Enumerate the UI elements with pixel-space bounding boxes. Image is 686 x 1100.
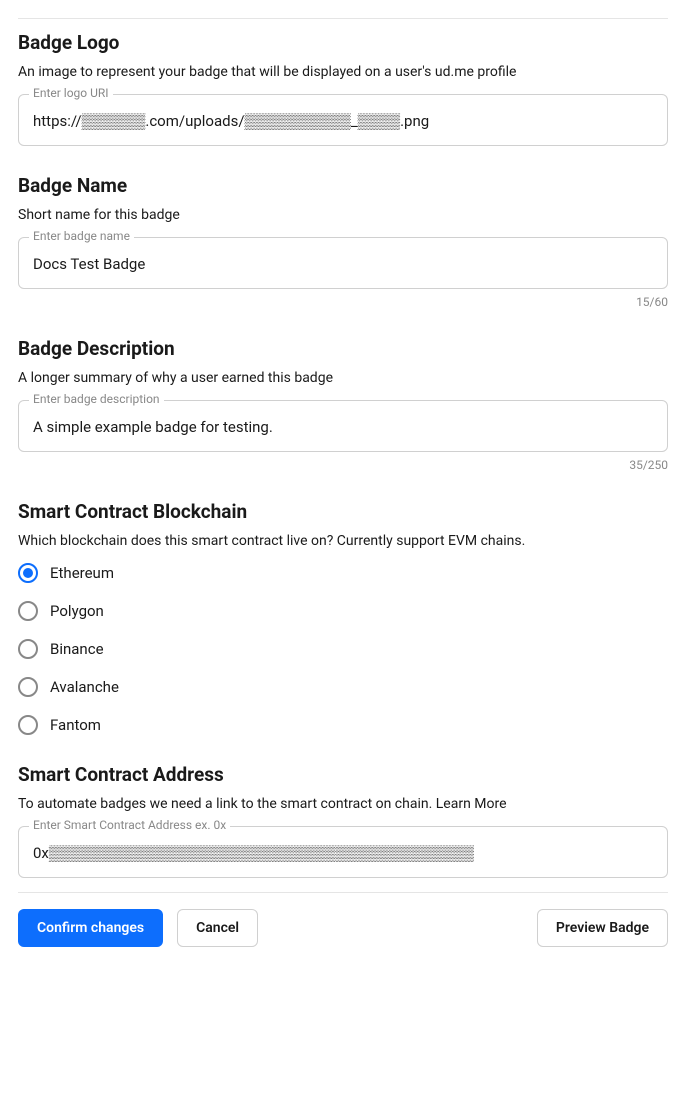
badge-logo-input[interactable] bbox=[19, 95, 667, 145]
badge-description-title: Badge Description bbox=[18, 337, 668, 360]
blockchain-title: Smart Contract Blockchain bbox=[18, 500, 668, 523]
badge-logo-title: Badge Logo bbox=[18, 31, 668, 54]
badge-description-subtitle: A longer summary of why a user earned th… bbox=[18, 370, 668, 386]
button-row: Confirm changes Cancel Preview Badge bbox=[18, 892, 668, 947]
badge-name-section: Badge Name Short name for this badge Ent… bbox=[18, 174, 668, 309]
blockchain-section: Smart Contract Blockchain Which blockcha… bbox=[18, 500, 668, 735]
radio-icon bbox=[18, 677, 38, 697]
blockchain-option-ethereum[interactable]: Ethereum bbox=[18, 563, 668, 583]
badge-name-legend: Enter badge name bbox=[29, 230, 134, 242]
blockchain-option-avalanche[interactable]: Avalanche bbox=[18, 677, 668, 697]
radio-label: Avalanche bbox=[50, 678, 119, 696]
badge-logo-legend: Enter logo URI bbox=[29, 87, 113, 99]
blockchain-radio-group: Ethereum Polygon Binance Avalanche Fantom bbox=[18, 563, 668, 735]
contract-address-subtitle-text: To automate badges we need a link to the… bbox=[18, 796, 436, 812]
contract-address-subtitle: To automate badges we need a link to the… bbox=[18, 796, 668, 812]
radio-icon bbox=[18, 715, 38, 735]
radio-label: Fantom bbox=[50, 716, 101, 734]
blockchain-option-fantom[interactable]: Fantom bbox=[18, 715, 668, 735]
badge-description-input[interactable] bbox=[19, 401, 667, 451]
blockchain-option-binance[interactable]: Binance bbox=[18, 639, 668, 659]
badge-name-fieldset: Enter badge name bbox=[18, 237, 668, 289]
badge-name-input[interactable] bbox=[19, 238, 667, 288]
badge-description-fieldset: Enter badge description bbox=[18, 400, 668, 452]
contract-address-title: Smart Contract Address bbox=[18, 763, 668, 786]
cancel-button[interactable]: Cancel bbox=[177, 909, 258, 947]
badge-name-subtitle: Short name for this badge bbox=[18, 207, 668, 223]
badge-description-section: Badge Description A longer summary of wh… bbox=[18, 337, 668, 472]
contract-address-fieldset: Enter Smart Contract Address ex. 0x bbox=[18, 826, 668, 878]
blockchain-option-polygon[interactable]: Polygon bbox=[18, 601, 668, 621]
confirm-button[interactable]: Confirm changes bbox=[18, 909, 163, 947]
radio-icon bbox=[18, 563, 38, 583]
contract-address-section: Smart Contract Address To automate badge… bbox=[18, 763, 668, 878]
radio-label: Binance bbox=[50, 640, 104, 658]
radio-label: Polygon bbox=[50, 602, 104, 620]
badge-logo-fieldset: Enter logo URI bbox=[18, 94, 668, 146]
contract-address-input[interactable] bbox=[19, 827, 667, 877]
top-divider bbox=[18, 18, 668, 19]
radio-label: Ethereum bbox=[50, 564, 114, 582]
badge-name-title: Badge Name bbox=[18, 174, 668, 197]
badge-description-counter: 35/250 bbox=[18, 458, 668, 472]
badge-logo-subtitle: An image to represent your badge that wi… bbox=[18, 64, 668, 80]
badge-description-legend: Enter badge description bbox=[29, 393, 164, 405]
blockchain-subtitle: Which blockchain does this smart contrac… bbox=[18, 533, 668, 549]
learn-more-link[interactable]: Learn More bbox=[436, 796, 507, 812]
badge-logo-section: Badge Logo An image to represent your ba… bbox=[18, 31, 668, 146]
radio-icon bbox=[18, 639, 38, 659]
radio-icon bbox=[18, 601, 38, 621]
contract-address-legend: Enter Smart Contract Address ex. 0x bbox=[29, 819, 230, 831]
badge-name-counter: 15/60 bbox=[18, 295, 668, 309]
preview-button[interactable]: Preview Badge bbox=[537, 909, 668, 947]
